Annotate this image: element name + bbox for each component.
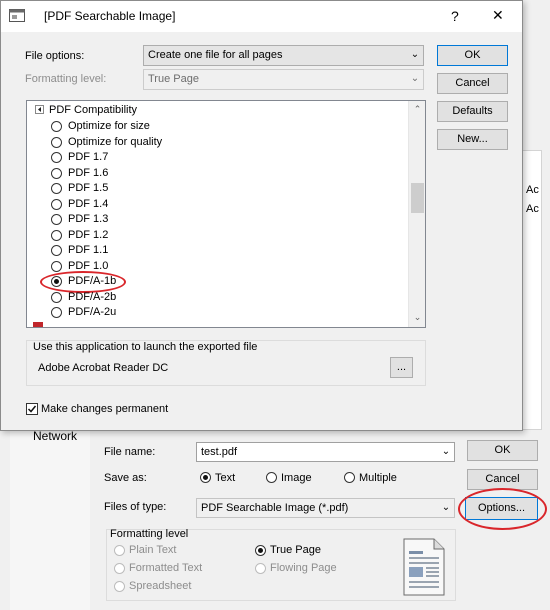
launch-group-label: Use this application to launch the expor… [33, 341, 258, 353]
chevron-down-icon[interactable]: ⌄ [438, 443, 454, 461]
tree-item-label[interactable]: Optimize for size [68, 120, 150, 132]
formatting-level-title: Formatting level [110, 528, 189, 540]
save-as-multiple-label[interactable]: Multiple [359, 472, 397, 484]
true-page-label[interactable]: True Page [270, 544, 321, 556]
tree-item-label[interactable]: PDF 1.5 [68, 182, 108, 194]
formatting-level-select[interactable]: True Page ⌄ [143, 69, 424, 90]
files-of-type-label: Files of type: [104, 501, 167, 513]
chevron-down-icon[interactable]: ⌄ [438, 499, 454, 517]
tree-scrollbar[interactable]: ⌃ ⌄ [408, 101, 425, 327]
new-button[interactable]: New... [437, 129, 508, 150]
spreadsheet-label[interactable]: Spreadsheet [129, 580, 191, 592]
document-preview-icon [402, 537, 446, 597]
files-of-type-value: PDF Searchable Image (*.pdf) [201, 502, 349, 514]
selection-highlight-ellipse [40, 271, 126, 293]
tree-radio[interactable] [51, 261, 62, 272]
tree-item-label[interactable]: PDF/A-2u [68, 306, 116, 318]
file-options-select[interactable]: Create one file for all pages ⌄ [143, 45, 424, 66]
scroll-thumb[interactable] [411, 183, 424, 213]
close-icon[interactable]: ✕ [492, 7, 504, 24]
plain-text-label[interactable]: Plain Text [129, 544, 177, 556]
tree-radio[interactable] [51, 199, 62, 210]
tree-radio[interactable] [51, 307, 62, 318]
tree-item-label[interactable]: Optimize for quality [68, 136, 162, 148]
tree-item-label[interactable]: PDF 1.4 [68, 198, 108, 210]
ok-button[interactable]: OK [437, 45, 508, 66]
defaults-button[interactable]: Defaults [437, 101, 508, 122]
tree-item-label[interactable]: PDF 1.7 [68, 151, 108, 163]
formatting-level-label: Formatting level: [25, 73, 107, 85]
browse-button[interactable]: ... [390, 357, 413, 378]
tree-radio[interactable] [51, 152, 62, 163]
flowing-page-label[interactable]: Flowing Page [270, 562, 337, 574]
file-options-value: Create one file for all pages [148, 49, 283, 61]
save-as-multiple-radio[interactable] [344, 472, 355, 483]
right-fragment-1: Ac [526, 184, 539, 196]
spreadsheet-radio[interactable] [114, 581, 125, 592]
scroll-up-icon[interactable]: ⌃ [409, 103, 425, 115]
help-icon[interactable]: ? [451, 8, 459, 24]
save-as-image-label[interactable]: Image [281, 472, 312, 484]
file-name-input[interactable]: test.pdf ⌄ [196, 442, 455, 462]
save-as-text-label[interactable]: Text [215, 472, 235, 484]
file-name-value: test.pdf [201, 446, 238, 458]
make-permanent-checkbox[interactable] [26, 403, 38, 415]
save-cancel-button[interactable]: Cancel [467, 469, 538, 490]
formatted-text-radio[interactable] [114, 563, 125, 574]
formatted-text-label[interactable]: Formatted Text [129, 562, 202, 574]
options-highlight-ellipse [458, 488, 547, 530]
make-permanent-label[interactable]: Make changes permanent [41, 403, 168, 415]
tree-radio[interactable] [51, 121, 62, 132]
tree-radio[interactable] [51, 137, 62, 148]
tree-item-label[interactable]: PDF 1.1 [68, 244, 108, 256]
scroll-down-icon[interactable]: ⌄ [409, 311, 425, 323]
save-as-image-radio[interactable] [266, 472, 277, 483]
tree-radio[interactable] [51, 230, 62, 241]
tree-item-label[interactable]: PDF 1.6 [68, 167, 108, 179]
file-options-label: File options: [25, 50, 85, 62]
tree-radio[interactable] [51, 292, 62, 303]
file-name-label: File name: [104, 446, 156, 458]
tree-radio[interactable] [51, 245, 62, 256]
tree-radio[interactable] [51, 183, 62, 194]
tree-radio[interactable] [51, 214, 62, 225]
files-of-type-select[interactable]: PDF Searchable Image (*.pdf) ⌄ [196, 498, 455, 518]
cancel-button[interactable]: Cancel [437, 73, 508, 94]
next-item-icon [33, 322, 43, 327]
plain-text-radio[interactable] [114, 545, 125, 556]
flowing-page-radio[interactable] [255, 563, 266, 574]
tree-item-label[interactable]: PDF/A-2b [68, 291, 116, 303]
true-page-radio[interactable] [255, 545, 266, 556]
save-as-text-radio[interactable] [200, 472, 211, 483]
chevron-down-icon[interactable]: ⌄ [407, 46, 423, 65]
right-fragment-2: Ac [526, 203, 539, 215]
formatting-level-value: True Page [148, 73, 199, 85]
save-as-label: Save as: [104, 472, 147, 484]
chevron-down-icon[interactable]: ⌄ [407, 70, 423, 89]
tree-radio[interactable] [51, 168, 62, 179]
launch-app-name: Adobe Acrobat Reader DC [38, 362, 169, 374]
compatibility-tree: PDF Compatibility Optimize for size Opti… [26, 100, 426, 328]
tree-item-label[interactable]: PDF 1.2 [68, 229, 108, 241]
network-label[interactable]: Network [33, 429, 77, 443]
app-window-icon [9, 9, 25, 22]
tree-expand-icon[interactable] [35, 105, 44, 114]
tree-group-label[interactable]: PDF Compatibility [49, 104, 137, 116]
options-dialog-title: [PDF Searchable Image] [44, 9, 176, 23]
save-ok-button[interactable]: OK [467, 440, 538, 461]
tree-item-label[interactable]: PDF 1.3 [68, 213, 108, 225]
